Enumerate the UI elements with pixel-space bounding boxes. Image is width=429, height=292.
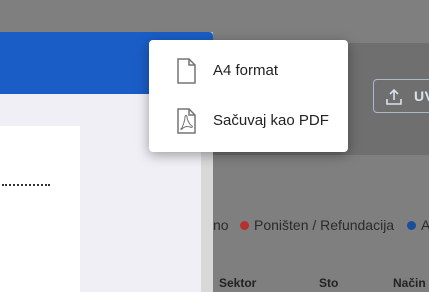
file-icon — [176, 58, 196, 89]
upload-icon — [384, 87, 404, 112]
menu-item-save-pdf[interactable]: Sačuvaj kao PDF — [149, 96, 348, 146]
receipt-paper — [0, 126, 80, 292]
menu-item-label: Sačuvaj kao PDF — [213, 112, 329, 129]
print-options-menu: A4 format Sačuvaj kao PDF — [149, 40, 348, 152]
pdf-file-icon — [176, 108, 196, 139]
legend-text-partial: no — [213, 217, 229, 233]
upload-label: UV — [414, 88, 429, 104]
status-legend: no Poništen / Refundacija A — [213, 217, 429, 235]
upload-button[interactable]: UV — [373, 79, 429, 113]
legend-cancelled: Poništen / Refundacija — [254, 217, 395, 233]
legend-text-partial-right: A — [421, 217, 429, 233]
column-header-sto[interactable]: Sto — [319, 276, 338, 290]
column-header-nacin[interactable]: Način p — [393, 276, 429, 290]
menu-item-label: A4 format — [213, 62, 279, 79]
menu-item-a4-format[interactable]: A4 format — [149, 46, 348, 96]
status-dot-blue — [407, 221, 416, 230]
column-header-sektor[interactable]: Sektor — [219, 276, 256, 290]
cancelled-dot — [240, 221, 249, 230]
dotted-separator — [2, 184, 50, 186]
